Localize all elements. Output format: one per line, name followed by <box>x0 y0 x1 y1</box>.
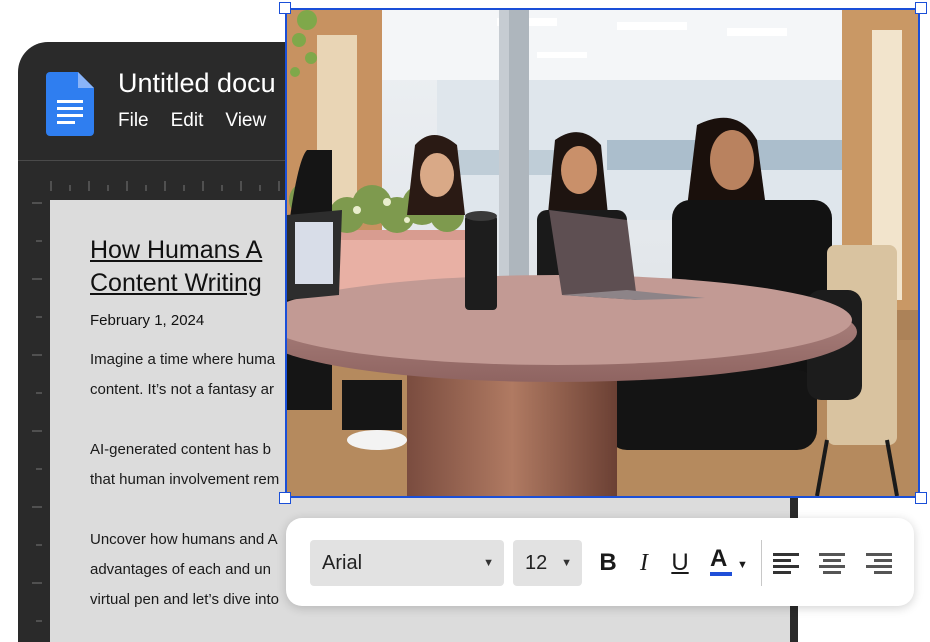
heading-line-1: How Humans A <box>90 236 263 264</box>
formatting-toolbar: Arial ▼ 12 ▼ B I U A ▼ <box>286 518 914 606</box>
toolbar-divider <box>761 540 762 586</box>
underline-button[interactable]: U <box>668 546 692 580</box>
menu-view[interactable]: View <box>225 110 266 132</box>
selected-image[interactable] <box>285 8 920 498</box>
align-right-icon[interactable] <box>866 553 892 575</box>
resize-handle-top-right[interactable] <box>915 2 927 14</box>
document-heading[interactable]: How Humans A Content Writing <box>90 234 262 300</box>
italic-button[interactable]: I <box>632 546 656 580</box>
vertical-ruler[interactable] <box>18 199 50 642</box>
align-left-icon[interactable] <box>773 553 799 575</box>
office-photo <box>287 10 918 496</box>
resize-handle-bottom-right[interactable] <box>915 492 927 504</box>
resize-handle-top-left[interactable] <box>279 2 291 14</box>
paragraph-line[interactable]: AI-generated content has b <box>90 435 271 465</box>
font-family-value: Arial <box>322 552 363 574</box>
chevron-down-icon: ▼ <box>483 557 494 569</box>
docs-icon[interactable] <box>46 72 94 136</box>
font-family-select[interactable]: Arial ▼ <box>310 540 504 586</box>
paragraph-line[interactable]: content. It’s not a fantasy ar <box>90 375 274 405</box>
paragraph-line[interactable]: that human involvement rem <box>90 465 279 495</box>
bold-button[interactable]: B <box>596 546 620 580</box>
paragraph-line[interactable]: virtual pen and let’s dive into <box>90 585 279 615</box>
paragraph-line[interactable]: Imagine a time where huma <box>90 345 275 375</box>
align-center-icon[interactable] <box>819 553 845 575</box>
chevron-down-icon: ▼ <box>737 559 748 571</box>
text-color-swatch <box>710 572 732 576</box>
font-size-value: 12 <box>525 552 548 574</box>
text-color-button[interactable]: A ▼ <box>706 545 748 580</box>
text-color-icon: A <box>710 545 728 572</box>
chevron-down-icon: ▼ <box>561 557 572 569</box>
document-date[interactable]: February 1, 2024 <box>90 312 204 329</box>
menu-bar: File Edit View <box>118 110 266 132</box>
paragraph-line[interactable]: Uncover how humans and A <box>90 525 278 555</box>
resize-handle-bottom-left[interactable] <box>279 492 291 504</box>
document-title[interactable]: Untitled docu <box>118 68 276 99</box>
font-size-select[interactable]: 12 ▼ <box>513 540 582 586</box>
heading-line-2: Content Writing <box>90 269 262 297</box>
menu-file[interactable]: File <box>118 110 149 132</box>
menu-edit[interactable]: Edit <box>171 110 204 132</box>
paragraph-line[interactable]: advantages of each and un <box>90 555 271 585</box>
